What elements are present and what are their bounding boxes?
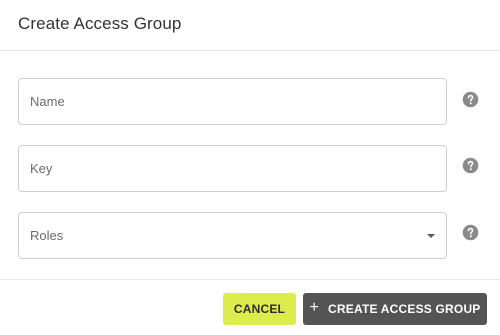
roles-select[interactable]: Roles bbox=[18, 212, 447, 259]
cancel-button[interactable]: CANCEL bbox=[223, 293, 296, 325]
create-access-group-dialog: Create Access Group Roles CANCEL + CREAT… bbox=[0, 0, 500, 335]
key-field[interactable] bbox=[18, 145, 447, 192]
name-help-icon[interactable] bbox=[462, 91, 479, 108]
dialog-title: Create Access Group bbox=[18, 14, 182, 33]
roles-help-icon[interactable] bbox=[462, 224, 479, 241]
roles-select-label: Roles bbox=[30, 228, 64, 243]
create-access-group-button[interactable]: + CREATE ACCESS GROUP bbox=[303, 293, 487, 325]
chevron-down-icon[interactable] bbox=[427, 234, 435, 238]
plus-icon: + bbox=[309, 299, 320, 316]
name-input[interactable] bbox=[19, 79, 446, 124]
create-access-group-label: CREATE ACCESS GROUP bbox=[328, 302, 481, 316]
dialog-header: Create Access Group bbox=[0, 0, 500, 51]
key-input[interactable] bbox=[19, 146, 446, 191]
name-field[interactable] bbox=[18, 78, 447, 125]
key-help-icon[interactable] bbox=[462, 157, 479, 174]
